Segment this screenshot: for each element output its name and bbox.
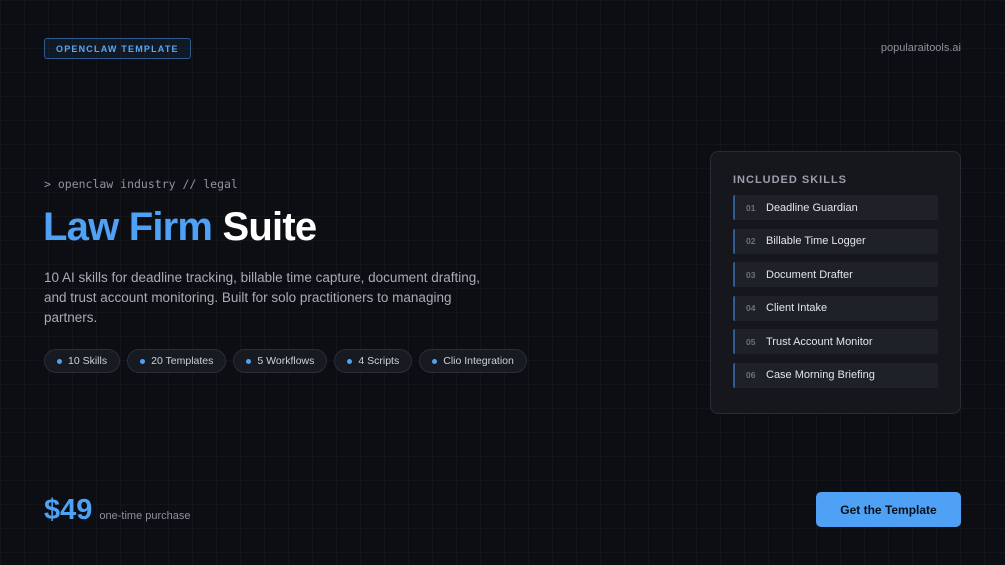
skill-number: 05 xyxy=(746,336,756,347)
skill-name: Client Intake xyxy=(766,302,828,314)
title-rest: Suite xyxy=(222,205,318,249)
description: 10 AI skills for deadline tracking, bill… xyxy=(44,270,480,325)
skill-name: Document Drafter xyxy=(766,268,853,281)
price-amount: $49 xyxy=(44,494,93,526)
skill-item: 03 Document Drafter xyxy=(733,262,938,287)
feature-chip-label: Clio Integration xyxy=(443,355,514,367)
bullet-dot-icon xyxy=(347,358,353,364)
get-template-button[interactable]: Get the Template xyxy=(816,492,961,527)
skill-number: 01 xyxy=(746,202,756,213)
command-line: > openclaw industry // legal xyxy=(44,177,238,191)
feature-chips: 10 Skills 20 Templates 5 Workflows 4 Scr… xyxy=(44,349,527,373)
price-note: one-time purchase xyxy=(99,510,191,522)
feature-chip-label: 10 Skills xyxy=(68,355,108,367)
skill-number: 03 xyxy=(746,269,756,280)
template-badge: OPENCLAW TEMPLATE xyxy=(44,38,191,59)
skill-number: 02 xyxy=(746,236,756,246)
page: OPENCLAW TEMPLATE popularaitools.ai > op… xyxy=(0,0,1005,565)
included-skills-panel: INCLUDED SKILLS 01 Deadline Guardian 02 … xyxy=(710,151,961,414)
site-domain: popularaitools.ai xyxy=(880,42,961,54)
feature-chip-label: 20 Templates xyxy=(151,355,214,367)
skill-item: 02 Billable Time Logger xyxy=(733,228,938,254)
feature-chip-skills: 10 Skills xyxy=(44,349,121,373)
skill-name: Deadline Guardian xyxy=(766,201,858,214)
skill-number: 04 xyxy=(746,303,756,313)
feature-chip-label: 5 Workflows xyxy=(257,355,315,367)
skill-item: 01 Deadline Guardian xyxy=(733,195,938,220)
skill-item: 04 Client Intake xyxy=(733,295,938,321)
skill-name: Billable Time Logger xyxy=(766,235,866,247)
feature-chip-workflows: 5 Workflows xyxy=(233,349,328,373)
skill-item: 06 Case Morning Briefing xyxy=(733,362,938,388)
feature-chip-templates: 20 Templates xyxy=(127,349,227,373)
bullet-dot-icon xyxy=(246,358,252,364)
skill-item: 05 Trust Account Monitor xyxy=(733,329,938,354)
feature-chip-scripts: 4 Scripts xyxy=(334,349,413,373)
panel-title: INCLUDED SKILLS xyxy=(733,174,847,186)
bullet-dot-icon xyxy=(432,358,438,364)
bullet-dot-icon xyxy=(57,358,62,364)
feature-chip-clio-integration: Clio Integration xyxy=(419,349,527,373)
feature-chip-label: 4 Scripts xyxy=(358,355,400,367)
pricing: $49 one-time purchase xyxy=(44,494,191,527)
skill-number: 06 xyxy=(746,370,756,380)
bullet-dot-icon xyxy=(140,358,146,364)
skill-name: Case Morning Briefing xyxy=(766,369,875,381)
page-title: Law Firm Suite xyxy=(43,205,318,250)
title-accent: Law Firm xyxy=(43,205,213,249)
skill-name: Trust Account Monitor xyxy=(766,335,873,348)
